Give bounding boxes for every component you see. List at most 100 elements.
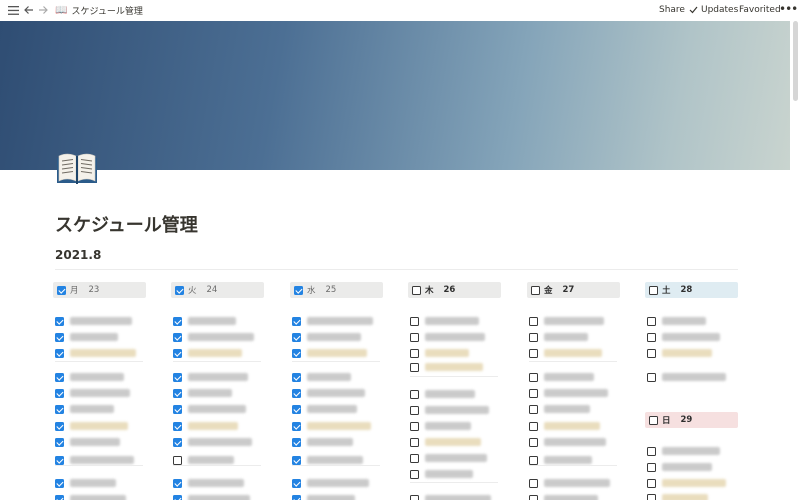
todo-checkbox[interactable] [292, 348, 301, 358]
breadcrumb[interactable]: 📖 スケジュール管理 [55, 4, 143, 17]
todo-item[interactable] [410, 331, 485, 343]
day-checkbox[interactable] [57, 285, 66, 295]
arrow-left-icon[interactable] [22, 3, 36, 17]
todo-checkbox[interactable] [173, 348, 182, 358]
todo-item[interactable] [529, 420, 600, 432]
todo-checkbox[interactable] [55, 348, 64, 358]
day-header[interactable]: 土 28 [645, 282, 738, 298]
todo-item[interactable] [173, 436, 252, 448]
todo-item[interactable] [647, 492, 708, 500]
todo-checkbox[interactable] [410, 348, 419, 358]
todo-checkbox[interactable] [55, 404, 64, 414]
day-header[interactable]: 火 24 [171, 282, 264, 298]
todo-checkbox[interactable] [173, 404, 182, 414]
more-icon[interactable]: ••• [779, 2, 798, 16]
todo-item[interactable] [410, 420, 471, 432]
todo-checkbox[interactable] [529, 332, 538, 342]
scrollbar[interactable] [793, 21, 798, 101]
day-header[interactable]: 水 25 [290, 282, 383, 298]
todo-checkbox[interactable] [410, 362, 419, 372]
todo-item[interactable] [173, 331, 254, 343]
todo-checkbox[interactable] [292, 316, 301, 326]
day-header[interactable]: 木 26 [408, 282, 501, 298]
todo-item[interactable] [55, 493, 126, 500]
todo-checkbox[interactable] [55, 332, 64, 342]
todo-item[interactable] [647, 331, 720, 343]
share-button[interactable]: Share [659, 5, 685, 15]
todo-item[interactable] [55, 403, 114, 415]
todo-checkbox[interactable] [410, 437, 419, 447]
todo-checkbox[interactable] [410, 389, 419, 399]
todo-checkbox[interactable] [410, 453, 419, 463]
todo-checkbox[interactable] [55, 316, 64, 326]
todo-checkbox[interactable] [173, 388, 182, 398]
todo-checkbox[interactable] [529, 478, 538, 488]
arrow-right-icon[interactable] [36, 3, 50, 17]
todo-checkbox[interactable] [410, 494, 419, 500]
todo-item[interactable] [529, 477, 610, 489]
todo-checkbox[interactable] [173, 421, 182, 431]
todo-item[interactable] [410, 388, 475, 400]
todo-checkbox[interactable] [647, 348, 656, 358]
day-checkbox[interactable] [649, 285, 658, 295]
day-header[interactable]: 金 27 [527, 282, 620, 298]
todo-item[interactable] [173, 403, 246, 415]
todo-item[interactable] [410, 436, 481, 448]
todo-item[interactable] [647, 315, 706, 327]
todo-item[interactable] [529, 371, 594, 383]
day-checkbox[interactable] [531, 285, 540, 295]
todo-item[interactable] [292, 315, 373, 327]
todo-checkbox[interactable] [410, 332, 419, 342]
todo-checkbox[interactable] [173, 332, 182, 342]
todo-checkbox[interactable] [410, 316, 419, 326]
todo-checkbox[interactable] [292, 404, 301, 414]
todo-checkbox[interactable] [529, 455, 538, 465]
day-header[interactable]: 日 29 [645, 412, 738, 428]
todo-item[interactable] [55, 315, 132, 327]
todo-item[interactable] [173, 477, 244, 489]
todo-item[interactable] [529, 315, 604, 327]
todo-item[interactable] [410, 347, 469, 359]
todo-checkbox[interactable] [529, 388, 538, 398]
day-checkbox[interactable] [412, 285, 421, 295]
todo-checkbox[interactable] [55, 388, 64, 398]
favorited-button[interactable]: Favorited [739, 5, 781, 15]
todo-item[interactable] [647, 445, 720, 457]
todo-item[interactable] [55, 436, 120, 448]
todo-checkbox[interactable] [292, 372, 301, 382]
todo-item[interactable] [292, 493, 355, 500]
todo-item[interactable] [292, 387, 365, 399]
todo-item[interactable] [292, 347, 367, 359]
day-checkbox[interactable] [649, 415, 658, 425]
section-heading[interactable]: 2021.8 [55, 248, 101, 262]
todo-checkbox[interactable] [173, 494, 182, 500]
todo-checkbox[interactable] [55, 372, 64, 382]
todo-checkbox[interactable] [173, 455, 182, 465]
todo-item[interactable] [173, 347, 242, 359]
todo-checkbox[interactable] [647, 316, 656, 326]
todo-checkbox[interactable] [410, 421, 419, 431]
todo-checkbox[interactable] [292, 332, 301, 342]
todo-item[interactable] [529, 493, 598, 500]
todo-item[interactable] [55, 387, 130, 399]
todo-checkbox[interactable] [292, 494, 301, 500]
todo-checkbox[interactable] [529, 316, 538, 326]
todo-item[interactable] [410, 361, 483, 373]
todo-checkbox[interactable] [647, 462, 656, 472]
todo-checkbox[interactable] [529, 404, 538, 414]
todo-item[interactable] [292, 403, 357, 415]
day-checkbox[interactable] [175, 285, 184, 295]
todo-item[interactable] [292, 420, 371, 432]
todo-item[interactable] [292, 477, 369, 489]
todo-item[interactable] [173, 387, 232, 399]
todo-item[interactable] [529, 347, 602, 359]
todo-checkbox[interactable] [55, 494, 64, 500]
todo-item[interactable] [647, 347, 712, 359]
todo-item[interactable] [529, 331, 588, 343]
todo-item[interactable] [55, 477, 116, 489]
todo-item[interactable] [292, 331, 361, 343]
todo-item[interactable] [410, 315, 479, 327]
todo-item[interactable] [55, 371, 124, 383]
todo-checkbox[interactable] [55, 478, 64, 488]
todo-checkbox[interactable] [173, 478, 182, 488]
